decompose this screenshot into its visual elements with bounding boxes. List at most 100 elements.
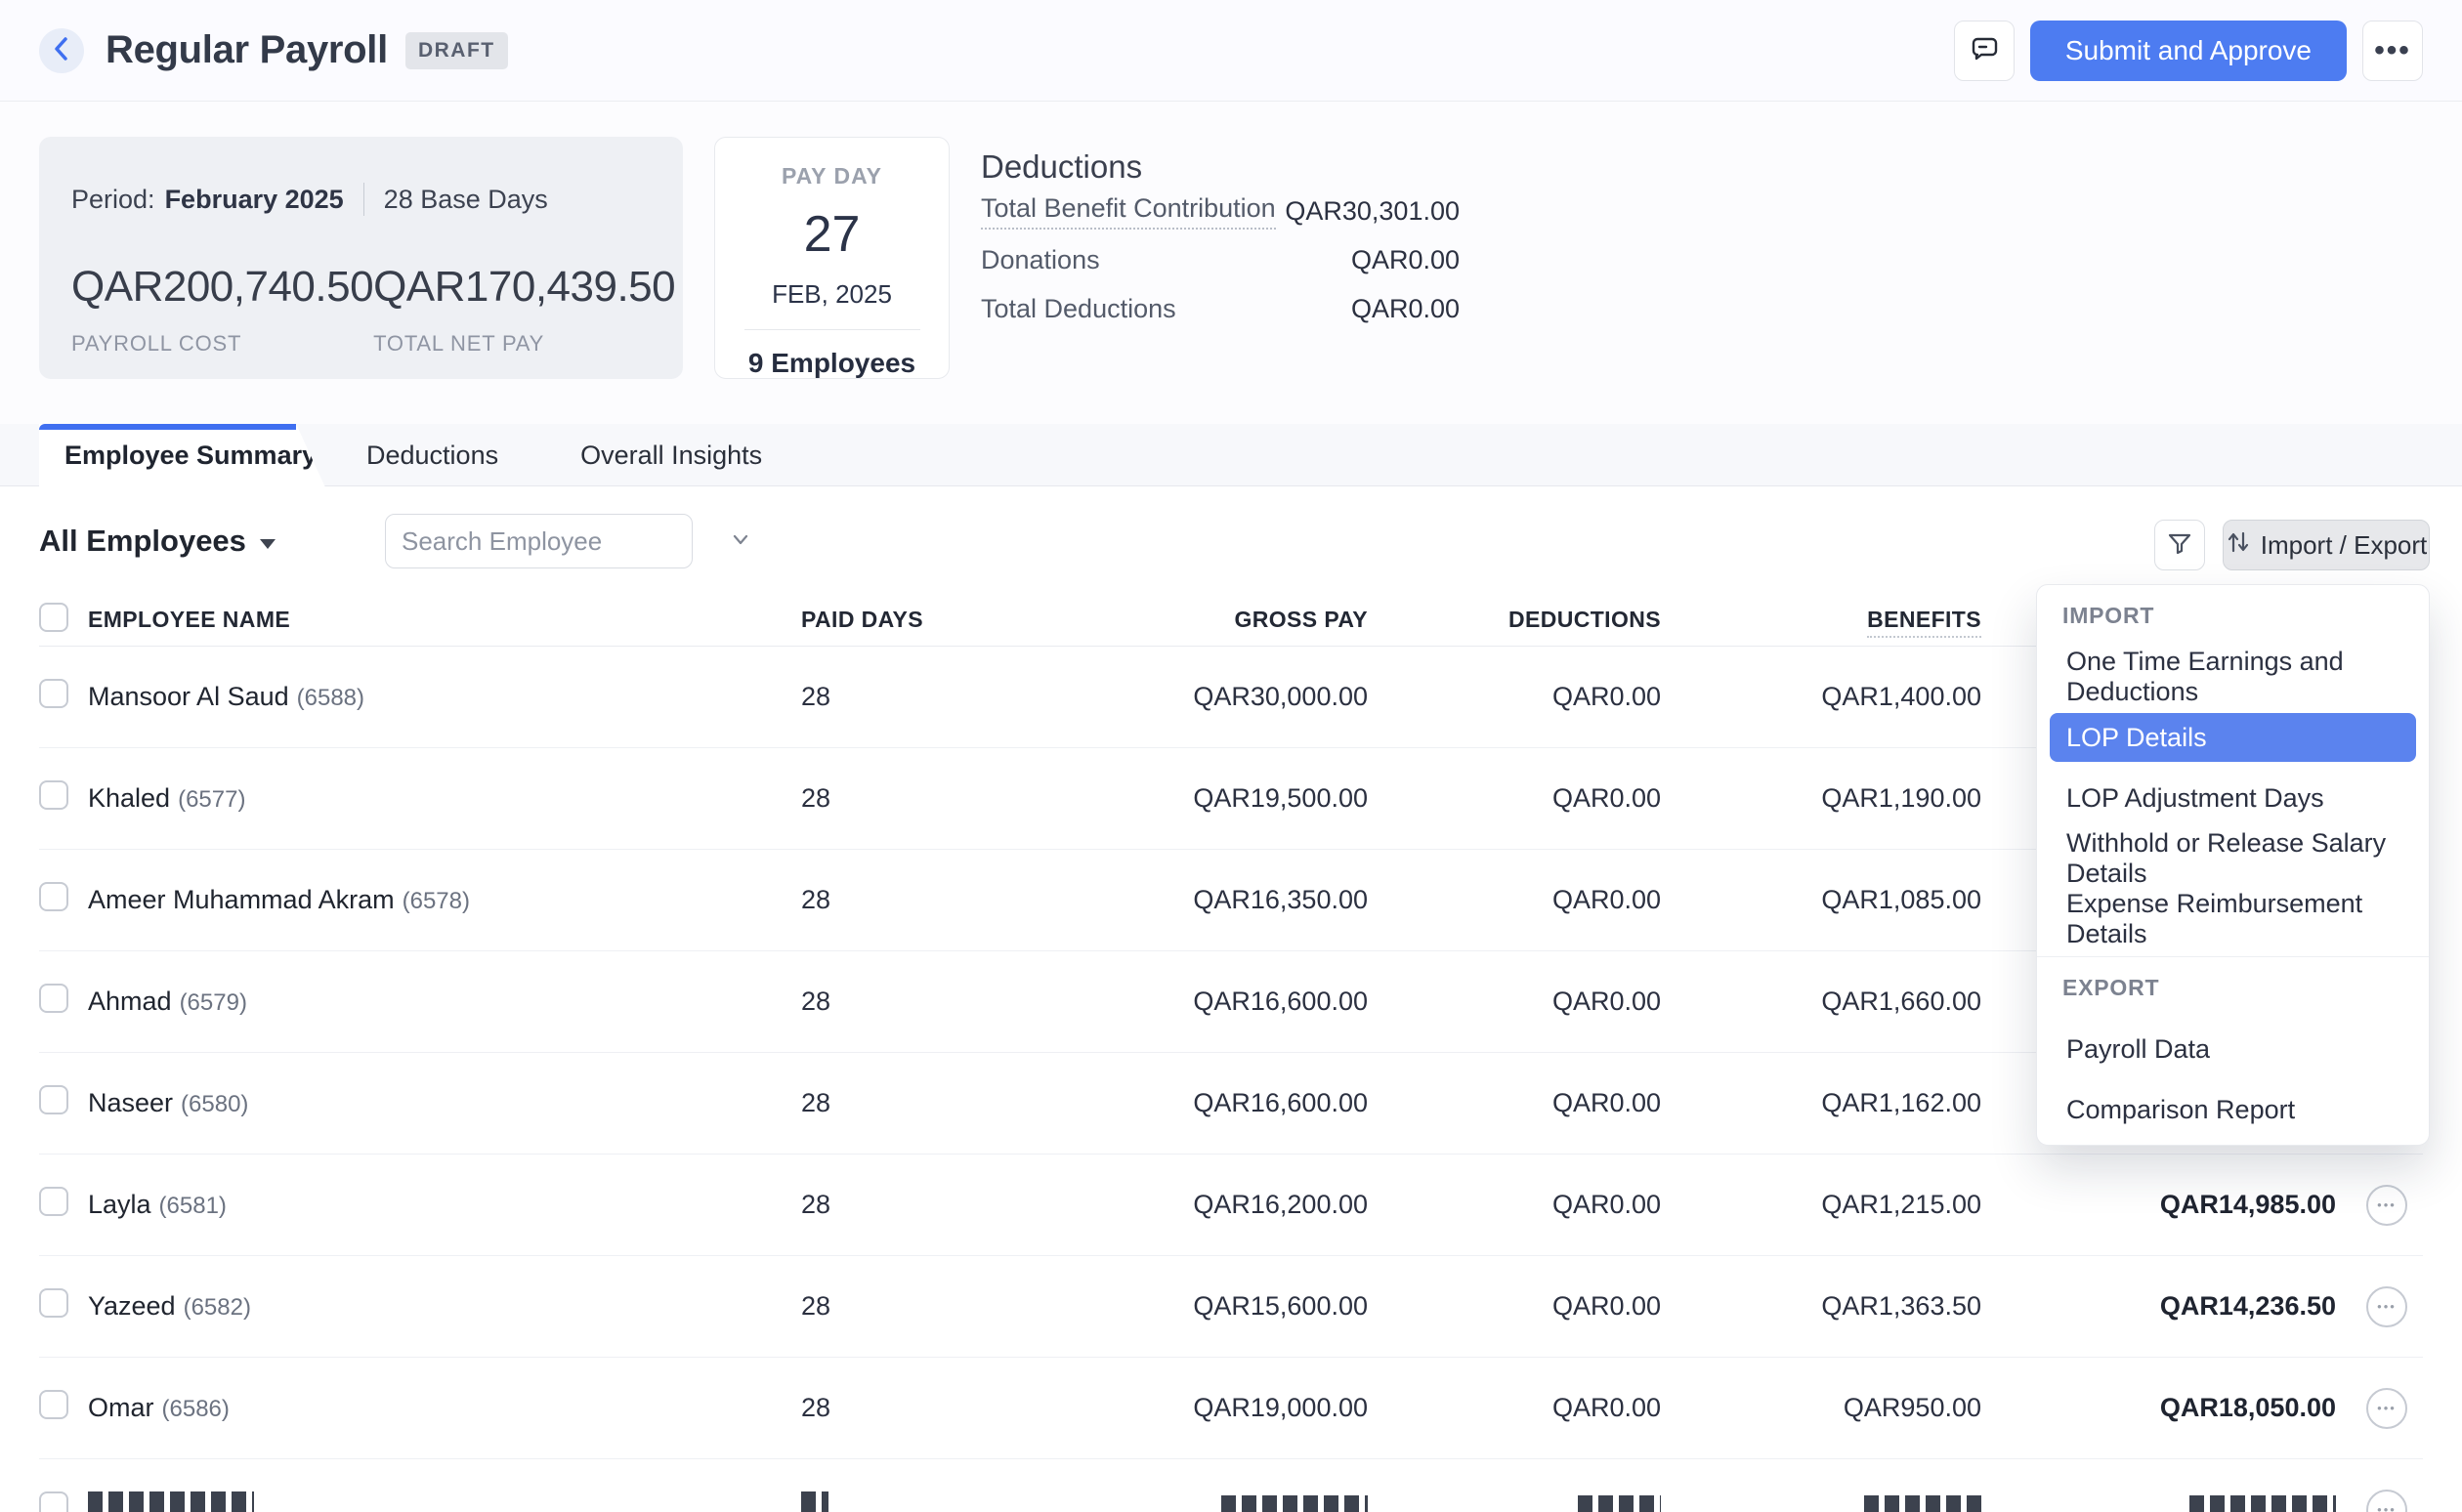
employee-name[interactable]: Khaled — [88, 783, 170, 813]
benefits-cell: QAR950.00 — [1661, 1393, 1981, 1423]
table-row: Yazeed(6582) 28 QAR15,600.00 QAR0.00 QAR… — [39, 1256, 2423, 1358]
import-export-button[interactable]: Import / Export — [2223, 520, 2430, 570]
employee-name[interactable]: Yazeed — [88, 1291, 176, 1321]
row-checkbox[interactable] — [39, 984, 68, 1013]
page-title: Regular Payroll — [106, 28, 388, 72]
net-pay-cell: QAR14,236.50 — [1981, 1291, 2336, 1322]
ellipsis-icon: ••• — [2374, 34, 2411, 67]
employee-name[interactable]: Omar — [88, 1393, 154, 1422]
payroll-cost-label: PAYROLL COST — [71, 331, 373, 357]
employee-id: (6578) — [403, 888, 470, 914]
col-deductions: DEDUCTIONS — [1368, 607, 1661, 633]
filter-button[interactable] — [2154, 520, 2205, 570]
base-days: 28 Base Days — [384, 185, 548, 215]
chevron-down-icon[interactable] — [729, 527, 752, 556]
donations-label: Donations — [981, 245, 1100, 275]
employee-name[interactable]: Ameer Muhammad Akram — [88, 885, 395, 914]
import-export-menu: IMPORT One Time Earnings and Deductions … — [2036, 584, 2430, 1146]
caret-down-icon — [260, 539, 276, 549]
employees-count: 9 Employees — [715, 348, 949, 379]
menu-item-lop-details[interactable]: LOP Details — [2050, 713, 2416, 762]
gross-pay-cell: QAR16,600.00 — [948, 1088, 1368, 1118]
employee-id: (6588) — [297, 685, 364, 711]
total-benefit-contribution-value: QAR30,301.00 — [1285, 196, 1460, 227]
menu-item-withhold-release-salary[interactable]: Withhold or Release Salary Details — [2037, 828, 2429, 889]
total-benefit-contribution-label[interactable]: Total Benefit Contribution — [981, 193, 1276, 230]
gross-pay-cell: QAR19,500.00 — [948, 783, 1368, 814]
employee-name[interactable]: Mansoor Al Saud — [88, 682, 289, 711]
search-input[interactable] — [402, 526, 729, 557]
payroll-run-page: Regular Payroll DRAFT Submit and Approve… — [0, 0, 2462, 1512]
table-row-partial — [39, 1459, 2423, 1512]
row-actions-button[interactable] — [2366, 1490, 2407, 1512]
deductions-title: Deductions — [981, 148, 1460, 186]
deductions-cell: QAR0.00 — [1368, 783, 1661, 814]
col-paid-days: PAID DAYS — [752, 607, 948, 633]
deductions-cell: QAR0.00 — [1368, 1393, 1661, 1423]
export-section-label: EXPORT — [2062, 975, 2429, 1001]
total-net-pay-label: TOTAL NET PAY — [373, 331, 675, 357]
row-checkbox[interactable] — [39, 780, 68, 810]
menu-item-one-time-earnings[interactable]: One Time Earnings and Deductions — [2037, 647, 2429, 707]
menu-item-comparison-report[interactable]: Comparison Report — [2037, 1079, 2429, 1140]
tab-bar: Employee Summary Deductions Overall Insi… — [0, 424, 2462, 486]
employee-name[interactable]: Naseer — [88, 1088, 173, 1117]
menu-divider — [2037, 956, 2429, 957]
payday-card: PAY DAY 27 FEB, 2025 9 Employees — [714, 137, 950, 379]
menu-item-lop-adjustment-days[interactable]: LOP Adjustment Days — [2037, 768, 2429, 828]
row-checkbox[interactable] — [39, 1288, 68, 1318]
row-checkbox[interactable] — [39, 882, 68, 911]
total-net-pay-value: QAR170,439.50 — [373, 263, 675, 312]
employee-id: (6579) — [180, 989, 247, 1016]
benefits-cell: QAR1,363.50 — [1661, 1291, 1981, 1322]
payday-label: PAY DAY — [715, 163, 949, 189]
row-actions-button[interactable] — [2366, 1286, 2407, 1327]
col-employee-name: EMPLOYEE NAME — [88, 607, 752, 633]
row-checkbox[interactable] — [39, 1187, 68, 1216]
page-header: Regular Payroll DRAFT Submit and Approve… — [0, 0, 2462, 102]
employee-id: (6580) — [181, 1091, 248, 1117]
paid-days-cell: 28 — [752, 682, 948, 712]
tab-deductions[interactable]: Deductions — [325, 424, 539, 486]
tab-employee-summary[interactable]: Employee Summary — [39, 424, 325, 487]
gross-pay-cell: QAR16,600.00 — [948, 987, 1368, 1017]
paid-days-cell: 28 — [752, 1190, 948, 1220]
row-actions-button[interactable] — [2366, 1388, 2407, 1429]
gross-pay-cell: QAR15,600.00 — [948, 1291, 1368, 1322]
row-checkbox[interactable] — [39, 1491, 68, 1512]
period-value: February 2025 — [165, 185, 344, 215]
benefits-cell: QAR1,400.00 — [1661, 682, 1981, 712]
deductions-cell: QAR0.00 — [1368, 1190, 1661, 1220]
row-actions-button[interactable] — [2366, 1185, 2407, 1226]
benefits-cell: QAR1,190.00 — [1661, 783, 1981, 814]
benefits-cell: QAR1,162.00 — [1661, 1088, 1981, 1118]
period-label: Period: — [71, 185, 155, 215]
back-button[interactable] — [39, 28, 84, 73]
tab-overall-insights[interactable]: Overall Insights — [539, 424, 803, 486]
employee-search — [385, 514, 693, 568]
table-row: Layla(6581) 28 QAR16,200.00 QAR0.00 QAR1… — [39, 1155, 2423, 1256]
row-checkbox[interactable] — [39, 1085, 68, 1114]
total-deductions-value: QAR0.00 — [1351, 294, 1460, 324]
menu-item-expense-reimbursement[interactable]: Expense Reimbursement Details — [2037, 889, 2429, 949]
employee-name[interactable]: Ahmad — [88, 987, 172, 1016]
select-all-checkbox[interactable] — [39, 603, 68, 632]
deductions-cell: QAR0.00 — [1368, 1088, 1661, 1118]
deductions-cell: QAR0.00 — [1368, 1291, 1661, 1322]
import-export-arrows-icon — [2226, 528, 2261, 563]
deductions-panel: Deductions Total Benefit Contribution QA… — [981, 137, 1460, 379]
row-checkbox[interactable] — [39, 679, 68, 708]
payday-day: 27 — [715, 205, 949, 264]
import-section-label: IMPORT — [2062, 603, 2429, 629]
menu-item-payroll-data[interactable]: Payroll Data — [2037, 1019, 2429, 1079]
total-deductions-label: Total Deductions — [981, 294, 1176, 324]
employee-name[interactable]: Layla — [88, 1190, 151, 1219]
row-checkbox[interactable] — [39, 1390, 68, 1419]
submit-and-approve-button[interactable]: Submit and Approve — [2030, 21, 2347, 81]
paid-days-cell: 28 — [752, 987, 948, 1017]
deductions-cell: QAR0.00 — [1368, 885, 1661, 915]
more-options-button[interactable]: ••• — [2362, 21, 2423, 81]
comments-button[interactable] — [1954, 21, 2015, 81]
employee-filter-dropdown[interactable]: All Employees — [39, 524, 276, 559]
gross-pay-cell: QAR16,200.00 — [948, 1190, 1368, 1220]
